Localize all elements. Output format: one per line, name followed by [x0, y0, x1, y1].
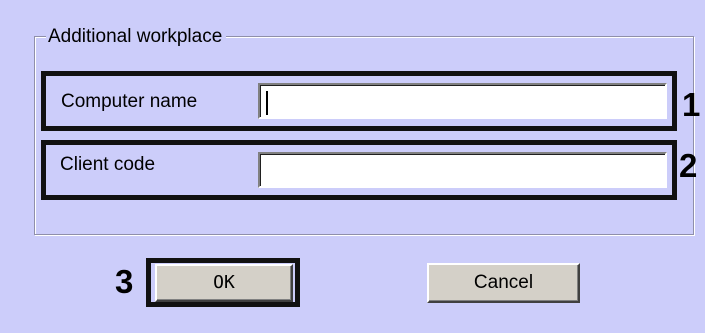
cancel-button-label: Cancel: [473, 272, 534, 293]
additional-workplace-group: [34, 36, 694, 235]
computer-name-label: Computer name: [61, 91, 198, 112]
group-title: Additional workplace: [46, 25, 227, 49]
ok-button[interactable]: OK: [155, 264, 293, 302]
client-code-input[interactable]: [258, 152, 667, 188]
computer-name-input[interactable]: [258, 83, 667, 119]
text-caret: [266, 91, 268, 115]
client-code-label: Client code: [60, 154, 156, 175]
cancel-button[interactable]: Cancel: [427, 263, 580, 303]
dialog-window: Additional workplace Computer name 1 Cli…: [0, 0, 705, 333]
marker-2: 2: [679, 147, 698, 184]
marker-3: 3: [115, 263, 134, 300]
ok-button-label: OK: [213, 272, 235, 293]
marker-1: 1: [682, 86, 701, 123]
screenshot: Additional workplace Computer name 1 Cli…: [0, 0, 711, 333]
